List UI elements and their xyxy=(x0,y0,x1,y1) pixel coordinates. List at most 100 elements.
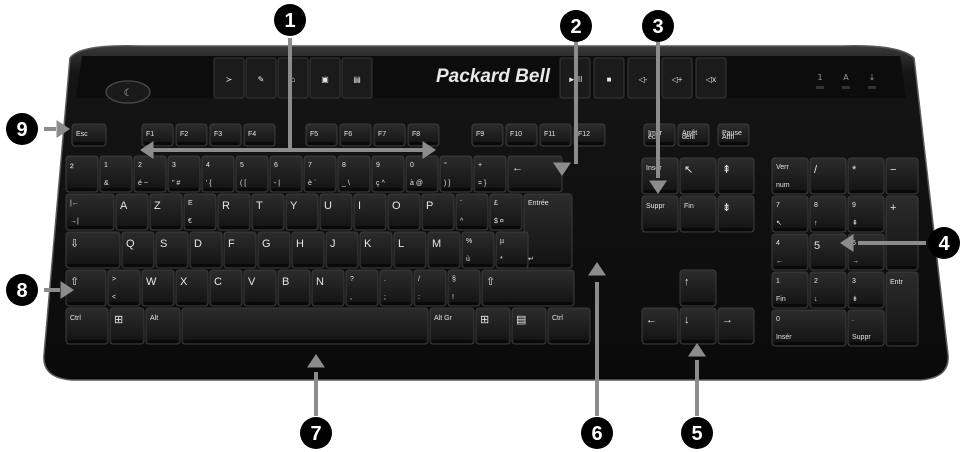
key-np-8[interactable]: 8↑ xyxy=(809,195,847,233)
key-r[interactable]: R xyxy=(217,193,251,231)
key-page-down[interactable]: ⇟ xyxy=(717,195,755,233)
key-ctrl-left[interactable]: Ctrl xyxy=(65,307,109,345)
key-g[interactable]: G xyxy=(257,231,291,269)
key-q[interactable]: Q xyxy=(121,231,155,269)
key-p[interactable]: P xyxy=(421,193,455,231)
key-np-multiply[interactable]: * xyxy=(847,157,885,195)
key-dollar[interactable]: £ $ ¤ xyxy=(489,193,523,231)
media-key-0[interactable]: ≻ xyxy=(213,57,245,99)
key-e[interactable]: E€ xyxy=(183,193,217,231)
key-arrow-up[interactable]: ↑ xyxy=(679,269,717,307)
key-caps-lock[interactable]: ⇩ xyxy=(65,231,121,269)
key-t[interactable]: T xyxy=(251,193,285,231)
key-np-5[interactable]: 5 xyxy=(809,233,847,271)
key-f5[interactable]: F5 xyxy=(305,123,338,147)
key-ctrl-right[interactable]: Ctrl xyxy=(547,307,591,345)
key-delete[interactable]: Suppr xyxy=(641,195,679,233)
media-key-4[interactable]: ▤ xyxy=(341,57,373,99)
key-w[interactable]: W xyxy=(141,269,175,307)
key-i[interactable]: I xyxy=(353,193,387,231)
key-esc[interactable]: Esc xyxy=(71,123,107,147)
key-s[interactable]: S xyxy=(155,231,189,269)
key-3[interactable]: 3 " # xyxy=(167,155,201,193)
key-7[interactable]: 7 è ` xyxy=(303,155,337,193)
key-np-0[interactable]: 0 Insér xyxy=(771,309,847,347)
media-key-9[interactable]: ◁x xyxy=(695,57,727,99)
key-menu[interactable]: ▤ xyxy=(511,307,547,345)
key-slash[interactable]: /: xyxy=(413,269,447,307)
key-d[interactable]: D xyxy=(189,231,223,269)
key-m[interactable]: M xyxy=(427,231,461,269)
key-v[interactable]: V xyxy=(243,269,277,307)
key-4[interactable]: 4 ' { xyxy=(201,155,235,193)
key-f9[interactable]: F9 xyxy=(471,123,504,147)
key-x[interactable]: X xyxy=(175,269,209,307)
key-degree[interactable]: °) ] xyxy=(439,155,473,193)
key-c[interactable]: C xyxy=(209,269,243,307)
key-j[interactable]: J xyxy=(325,231,359,269)
key-np-decimal[interactable]: . Suppr xyxy=(847,309,885,347)
key-win-left[interactable]: ⊞ xyxy=(109,307,145,345)
key-9[interactable]: 9 ç ^ xyxy=(371,155,405,193)
key-np-enter[interactable]: Entr xyxy=(885,271,919,347)
key-f6[interactable]: F6 xyxy=(339,123,372,147)
key-f12[interactable]: F12 xyxy=(573,123,606,147)
key-f7[interactable]: F7 xyxy=(373,123,406,147)
key-k[interactable]: K xyxy=(359,231,393,269)
key-0[interactable]: 0 à @ xyxy=(405,155,439,193)
key-6[interactable]: 6 - | xyxy=(269,155,303,193)
key-np-9[interactable]: 9⇞ xyxy=(847,195,885,233)
key-y[interactable]: Y xyxy=(285,193,319,231)
key-np-4[interactable]: 4← xyxy=(771,233,809,271)
key-arrow-down[interactable]: ↓ xyxy=(679,307,717,345)
key-period[interactable]: .; xyxy=(379,269,413,307)
key-f1[interactable]: F1 xyxy=(141,123,174,147)
key-section[interactable]: §! xyxy=(447,269,481,307)
key-np-minus[interactable]: − xyxy=(885,157,919,195)
key-question[interactable]: ?, xyxy=(345,269,379,307)
key-z[interactable]: Z xyxy=(149,193,183,231)
key-np-2[interactable]: 2↓ xyxy=(809,271,847,309)
key-b[interactable]: B xyxy=(277,269,311,307)
key-angle[interactable]: >< xyxy=(107,269,141,307)
key-home[interactable]: ↖ xyxy=(679,157,717,195)
key-alt-gr[interactable]: Alt Gr xyxy=(429,307,475,345)
key-plus[interactable]: + = } xyxy=(473,155,507,193)
media-key-7[interactable]: ◁- xyxy=(627,57,659,99)
key-np-1[interactable]: 1 Fin xyxy=(771,271,809,309)
key-end[interactable]: Fin xyxy=(679,195,717,233)
key-2[interactable]: 2 é ~ xyxy=(133,155,167,193)
media-key-1[interactable]: ✎ xyxy=(245,57,277,99)
key-f[interactable]: F xyxy=(223,231,257,269)
media-key-2[interactable]: ⌂ xyxy=(277,57,309,99)
key-l[interactable]: L xyxy=(393,231,427,269)
key-u[interactable]: U xyxy=(319,193,353,231)
key-n[interactable]: N xyxy=(311,269,345,307)
media-key-6[interactable]: ■ xyxy=(593,57,625,99)
key-win-right[interactable]: ⊞ xyxy=(475,307,511,345)
key-np-3[interactable]: 3⇟ xyxy=(847,271,885,309)
key-h[interactable]: H xyxy=(291,231,325,269)
key-np-plus[interactable]: + xyxy=(885,195,919,271)
key-scroll-lock[interactable]: Arrêtdéfil xyxy=(677,123,710,147)
key-backspace[interactable]: ← xyxy=(507,155,563,193)
key-arrow-left[interactable]: ← xyxy=(641,307,679,345)
media-key-3[interactable]: ▣ xyxy=(309,57,341,99)
key-alt[interactable]: Alt xyxy=(145,307,181,345)
key-pause[interactable]: PauseAttn xyxy=(717,123,750,147)
key-f4[interactable]: F4 xyxy=(243,123,276,147)
key-shift-left[interactable]: ⇧ xyxy=(65,269,107,307)
key-5[interactable]: 5 ( [ xyxy=(235,155,269,193)
key-o[interactable]: O xyxy=(387,193,421,231)
key-mu[interactable]: µ* xyxy=(495,231,529,269)
key-percent[interactable]: %ù xyxy=(461,231,495,269)
key-f10[interactable]: F10 xyxy=(505,123,538,147)
key-f11[interactable]: F11 xyxy=(539,123,572,147)
key-space[interactable] xyxy=(181,307,429,345)
key-f2[interactable]: F2 xyxy=(175,123,208,147)
key-shift-right[interactable]: ⇧ xyxy=(481,269,575,307)
key-tab[interactable]: |← →| xyxy=(65,193,115,231)
key-sup2[interactable]: ² xyxy=(65,155,99,193)
key-np-7[interactable]: 7↖ xyxy=(771,195,809,233)
key-enter[interactable]: Entrée ↵ xyxy=(523,193,573,269)
